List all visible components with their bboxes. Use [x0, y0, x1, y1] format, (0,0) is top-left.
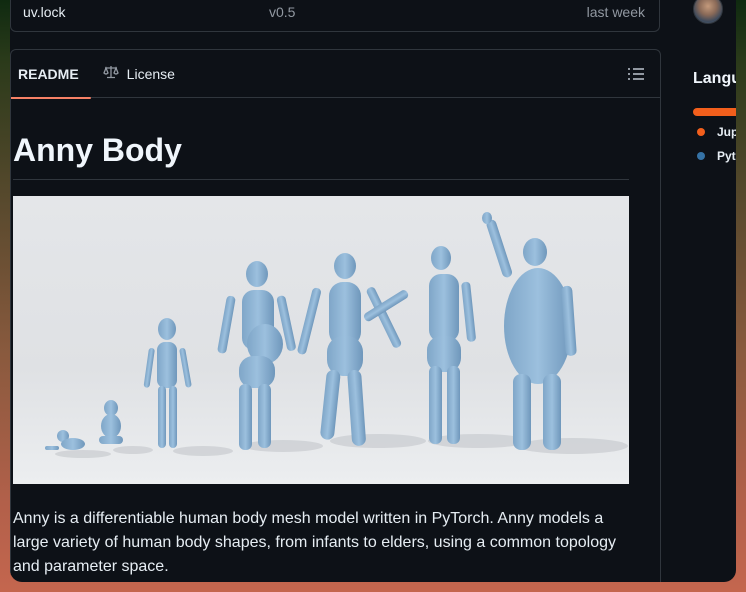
readme-article: Anny Body Anny is a differentiable human… — [11, 132, 660, 579]
main-window: uv.lock v0.5 last week README License An… — [10, 0, 736, 582]
commit-date: last week — [586, 4, 645, 20]
readme-tabs: README License — [11, 50, 660, 99]
language-dot-icon — [697, 152, 705, 160]
tab-license-label: License — [126, 65, 175, 82]
file-name[interactable]: uv.lock — [23, 4, 66, 20]
body-figures-illustration — [45, 212, 628, 458]
readme-description: Anny is a differentiable human body mesh… — [13, 510, 616, 575]
repo-sidebar: Langu Jup Pyt — [693, 0, 736, 582]
language-item-python[interactable]: Pyt — [697, 149, 736, 163]
language-item-jupyter[interactable]: Jup — [697, 125, 736, 139]
tab-readme[interactable]: README — [11, 50, 91, 99]
avatar[interactable] — [693, 0, 723, 24]
tab-license[interactable]: License — [91, 50, 187, 98]
language-name: Pyt — [717, 149, 736, 163]
scale-icon — [102, 65, 119, 82]
hero-image — [13, 196, 629, 484]
language-name: Jup — [717, 125, 736, 139]
language-bar — [693, 108, 736, 116]
tab-readme-label: README — [18, 65, 79, 82]
list-icon — [628, 68, 644, 70]
readme-panel: README License Anny Body Anny is a diffe… — [10, 49, 661, 582]
commit-message[interactable]: v0.5 — [269, 4, 295, 20]
page-title: Anny Body — [13, 132, 629, 180]
language-dot-icon — [697, 128, 705, 136]
file-row[interactable]: uv.lock v0.5 last week — [10, 0, 660, 32]
languages-heading: Langu — [693, 70, 736, 87]
table-of-contents-button[interactable] — [628, 65, 646, 83]
